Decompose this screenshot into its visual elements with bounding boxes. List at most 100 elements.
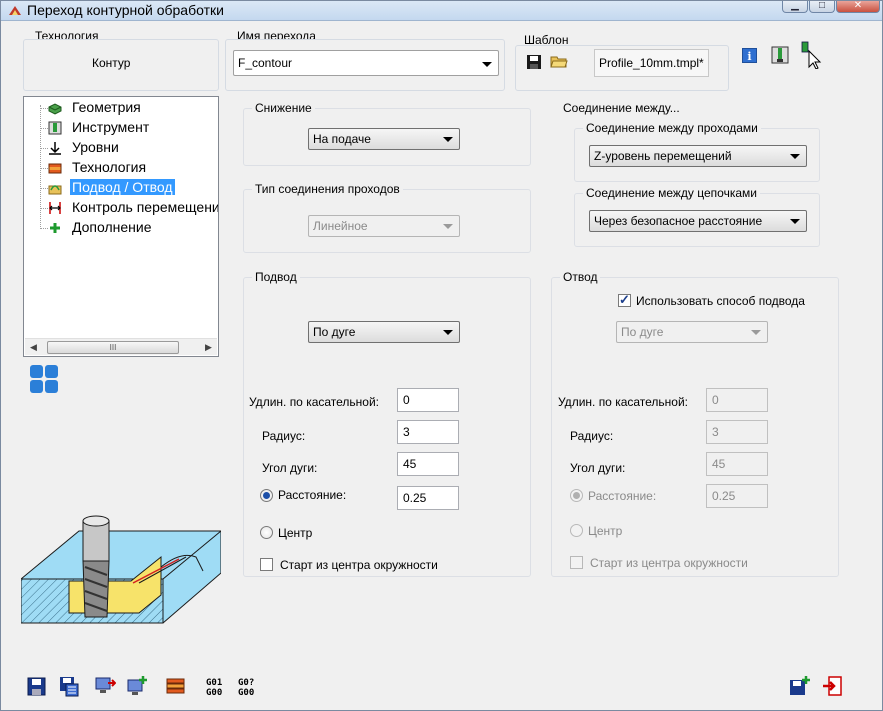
tree-item-technology[interactable]: Технология [24, 158, 218, 178]
tree-connector [40, 128, 48, 129]
window-title: Переход контурной обработки [27, 2, 224, 18]
template-name: Profile_10mm.tmpl* [594, 49, 709, 77]
approach-method-combo[interactable]: По дуге [308, 321, 460, 343]
approach-method-value: По дуге [313, 325, 356, 339]
retract-method-value: По дуге [621, 325, 664, 339]
save-template-icon[interactable] [526, 54, 542, 70]
info-icon[interactable]: i [742, 48, 757, 63]
tree-item-approach-retract[interactable]: Подвод / Отвод [24, 178, 218, 198]
gcode-button[interactable]: G01 G00 [206, 678, 222, 698]
close-button[interactable]: ✕ [836, 1, 880, 13]
approach-distance-field[interactable]: 0.25 [397, 486, 459, 510]
retract-center-label: Центр [588, 524, 623, 538]
tree-connector [40, 208, 48, 209]
approach-radius-field[interactable]: 3 [397, 420, 459, 444]
approach-start-center-checkbox[interactable] [260, 558, 273, 571]
between-passes-group: Соединение между проходами Z-уровень пер… [574, 121, 820, 182]
chevron-down-icon [443, 137, 453, 142]
template-panel: Profile_10mm.tmpl* [515, 45, 729, 91]
export-to-machine-icon[interactable] [94, 675, 116, 697]
tree-item-label: Контроль перемещений [72, 199, 219, 215]
pass-connection-type-group: Тип соединения проходов Линейное [243, 182, 531, 253]
between-chains-combo[interactable]: Через безопасное расстояние [589, 210, 807, 232]
approach-retract-icon [48, 185, 62, 195]
approach-start-center-label: Старт из центра окружности [280, 558, 438, 572]
app-icon [9, 6, 21, 15]
chevron-down-icon [790, 219, 800, 224]
tree-item-movement-control[interactable]: Контроль перемещений [24, 198, 218, 218]
retract-tangent-field[interactable]: 0 [706, 388, 768, 412]
approach-arc-angle-field[interactable]: 45 [397, 452, 459, 476]
tree-item-addition[interactable]: Дополнение [24, 218, 218, 238]
retract-start-center-checkbox[interactable] [570, 556, 583, 569]
scroll-left-button[interactable]: ◀ [25, 339, 42, 356]
open-template-icon[interactable] [550, 52, 568, 70]
scroll-right-button[interactable]: ▶ [200, 339, 217, 356]
approach-tangent-field[interactable]: 0 [397, 388, 459, 412]
pointer-tool-icon[interactable] [800, 41, 824, 69]
retract-method-combo[interactable]: По дуге [616, 321, 768, 343]
pass-connection-type-value: Линейное [313, 219, 368, 233]
save-icon[interactable] [26, 675, 48, 697]
chevron-down-icon [443, 330, 453, 335]
chevron-down-icon [443, 224, 453, 229]
between-passes-combo[interactable]: Z-уровень перемещений [589, 145, 807, 167]
minimize-button[interactable]: ▁ [782, 1, 808, 13]
retract-distance-field[interactable]: 0.25 [706, 484, 768, 508]
chevron-down-icon [790, 154, 800, 159]
technology-stack-icon[interactable] [165, 675, 187, 697]
exit-icon[interactable] [821, 675, 843, 697]
tree-connector [40, 188, 48, 189]
close-icon: ✕ [853, 0, 863, 11]
approach-center-radio[interactable] [260, 526, 273, 539]
technology-panel: Контур [23, 39, 219, 91]
pass-connection-type-combo[interactable]: Линейное [308, 215, 460, 237]
retract-radius-field[interactable]: 3 [706, 420, 768, 444]
tree-item-label: Технология [72, 159, 147, 175]
descent-group: Снижение На подаче [243, 101, 531, 166]
tool-icon [48, 121, 62, 135]
technology-value: Контур [92, 56, 131, 70]
maximize-button[interactable]: □ [809, 1, 835, 13]
save-and-add-icon[interactable] [789, 675, 811, 697]
between-chains-group: Соединение между цепочками Через безопас… [574, 186, 820, 247]
approach-distance-radio[interactable] [260, 489, 273, 502]
tree-item-levels[interactable]: Уровни [24, 138, 218, 158]
approach-distance-label: Расстояние: [278, 488, 347, 502]
settings-tree[interactable]: Геометрия Инструмент Уровни Технология П… [23, 96, 219, 357]
retract-group: Отвод Использовать способ подвода По дуг… [551, 270, 839, 577]
horizontal-scrollbar[interactable]: ◀ III ▶ [25, 338, 217, 355]
save-as-icon[interactable] [58, 675, 80, 697]
chevron-down-icon [751, 330, 761, 335]
descent-combo[interactable]: На подаче [308, 128, 460, 150]
tree-item-geometry[interactable]: Геометрия [24, 98, 218, 118]
step-name-value: F_contour [238, 56, 293, 70]
retract-center-radio[interactable] [570, 524, 583, 537]
approach-center-label: Центр [278, 526, 313, 540]
title-bar[interactable]: Переход контурной обработки ▁ □ ✕ [1, 1, 882, 21]
tree-item-label: Подвод / Отвод [70, 179, 175, 195]
add-to-machine-icon[interactable] [126, 675, 148, 697]
approach-legend: Подвод [252, 270, 300, 284]
layout-grid-icon[interactable] [29, 364, 59, 394]
scroll-thumb[interactable]: III [47, 341, 179, 354]
tree-item-tool[interactable]: Инструмент [24, 118, 218, 138]
tool-info-icon[interactable] [770, 45, 790, 65]
between-chains-value: Через безопасное расстояние [594, 214, 763, 228]
use-approach-checkbox[interactable] [618, 292, 631, 308]
step-name-combo[interactable]: F_contour [233, 50, 499, 76]
minimize-icon: ▁ [791, 0, 799, 11]
pass-connection-type-legend: Тип соединения проходов [252, 182, 403, 196]
arrow-right-icon: ▶ [205, 342, 212, 352]
retract-distance-radio[interactable] [570, 489, 583, 502]
retract-arc-angle-field[interactable]: 45 [706, 452, 768, 476]
retract-radius-label: Радиус: [570, 429, 614, 443]
descent-value: На подаче [313, 132, 371, 146]
gcode-preview-button[interactable]: G0? G00 [238, 678, 254, 698]
retract-tangent-label: Удлин. по касательной: [558, 395, 689, 409]
between-chains-legend: Соединение между цепочками [583, 186, 760, 200]
tree-connector [40, 148, 48, 149]
connection-legend: Соединение между... [560, 101, 683, 115]
step-name-panel: F_contour [225, 39, 505, 91]
arrow-left-icon: ◀ [30, 342, 37, 352]
